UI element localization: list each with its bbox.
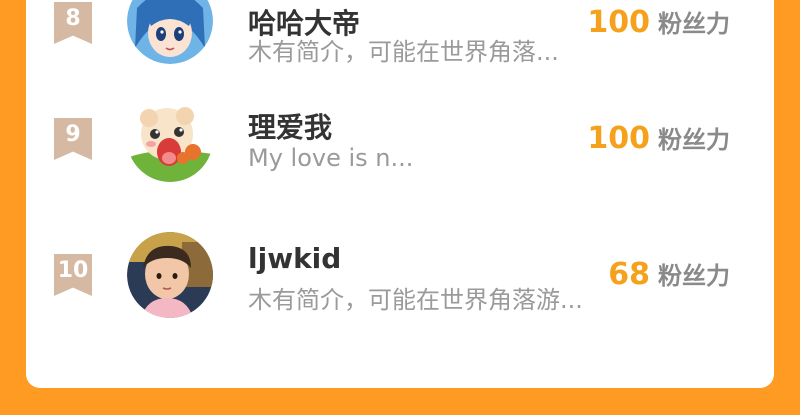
anime-girl-avatar-icon [127, 0, 213, 64]
ranking-card: 8 哈哈大帝 木有简介，可能在世界角落... 100 粉丝力 9 理爱我 My … [26, 0, 774, 388]
rank-badge: 9 [54, 118, 92, 160]
user-description: My love is n... [248, 144, 414, 172]
fan-count: 100 [587, 5, 650, 40]
fan-count: 100 [587, 121, 650, 156]
rank-badge: 10 [54, 254, 92, 296]
fan-count: 68 [608, 257, 650, 292]
fan-power: 100 粉丝力 [587, 120, 730, 156]
user-description: 木有简介，可能在世界角落... [248, 38, 559, 66]
ranking-row[interactable]: 10 ljwkid 木有简介，可能在世界角落游... 68 粉丝力 [26, 232, 774, 354]
user-name[interactable]: ljwkid [248, 242, 341, 275]
user-name[interactable]: 理爱我 [248, 106, 332, 146]
cartoon-sheep-avatar-icon [127, 96, 213, 182]
avatar[interactable] [127, 96, 213, 182]
child-photo-avatar-icon [127, 232, 213, 318]
fan-power: 68 粉丝力 [608, 256, 730, 292]
avatar[interactable] [127, 0, 213, 64]
ranking-row[interactable]: 8 哈哈大帝 木有简介，可能在世界角落... 100 粉丝力 [26, 0, 774, 80]
rank-badge: 8 [54, 2, 92, 44]
fan-power: 100 粉丝力 [587, 4, 730, 40]
fan-unit: 粉丝力 [658, 10, 730, 38]
ranking-row[interactable]: 9 理爱我 My love is n... 100 粉丝力 [26, 96, 774, 218]
fan-unit: 粉丝力 [658, 126, 730, 154]
user-description: 木有简介，可能在世界角落游... [248, 286, 583, 314]
avatar[interactable] [127, 232, 213, 318]
fan-unit: 粉丝力 [658, 262, 730, 290]
